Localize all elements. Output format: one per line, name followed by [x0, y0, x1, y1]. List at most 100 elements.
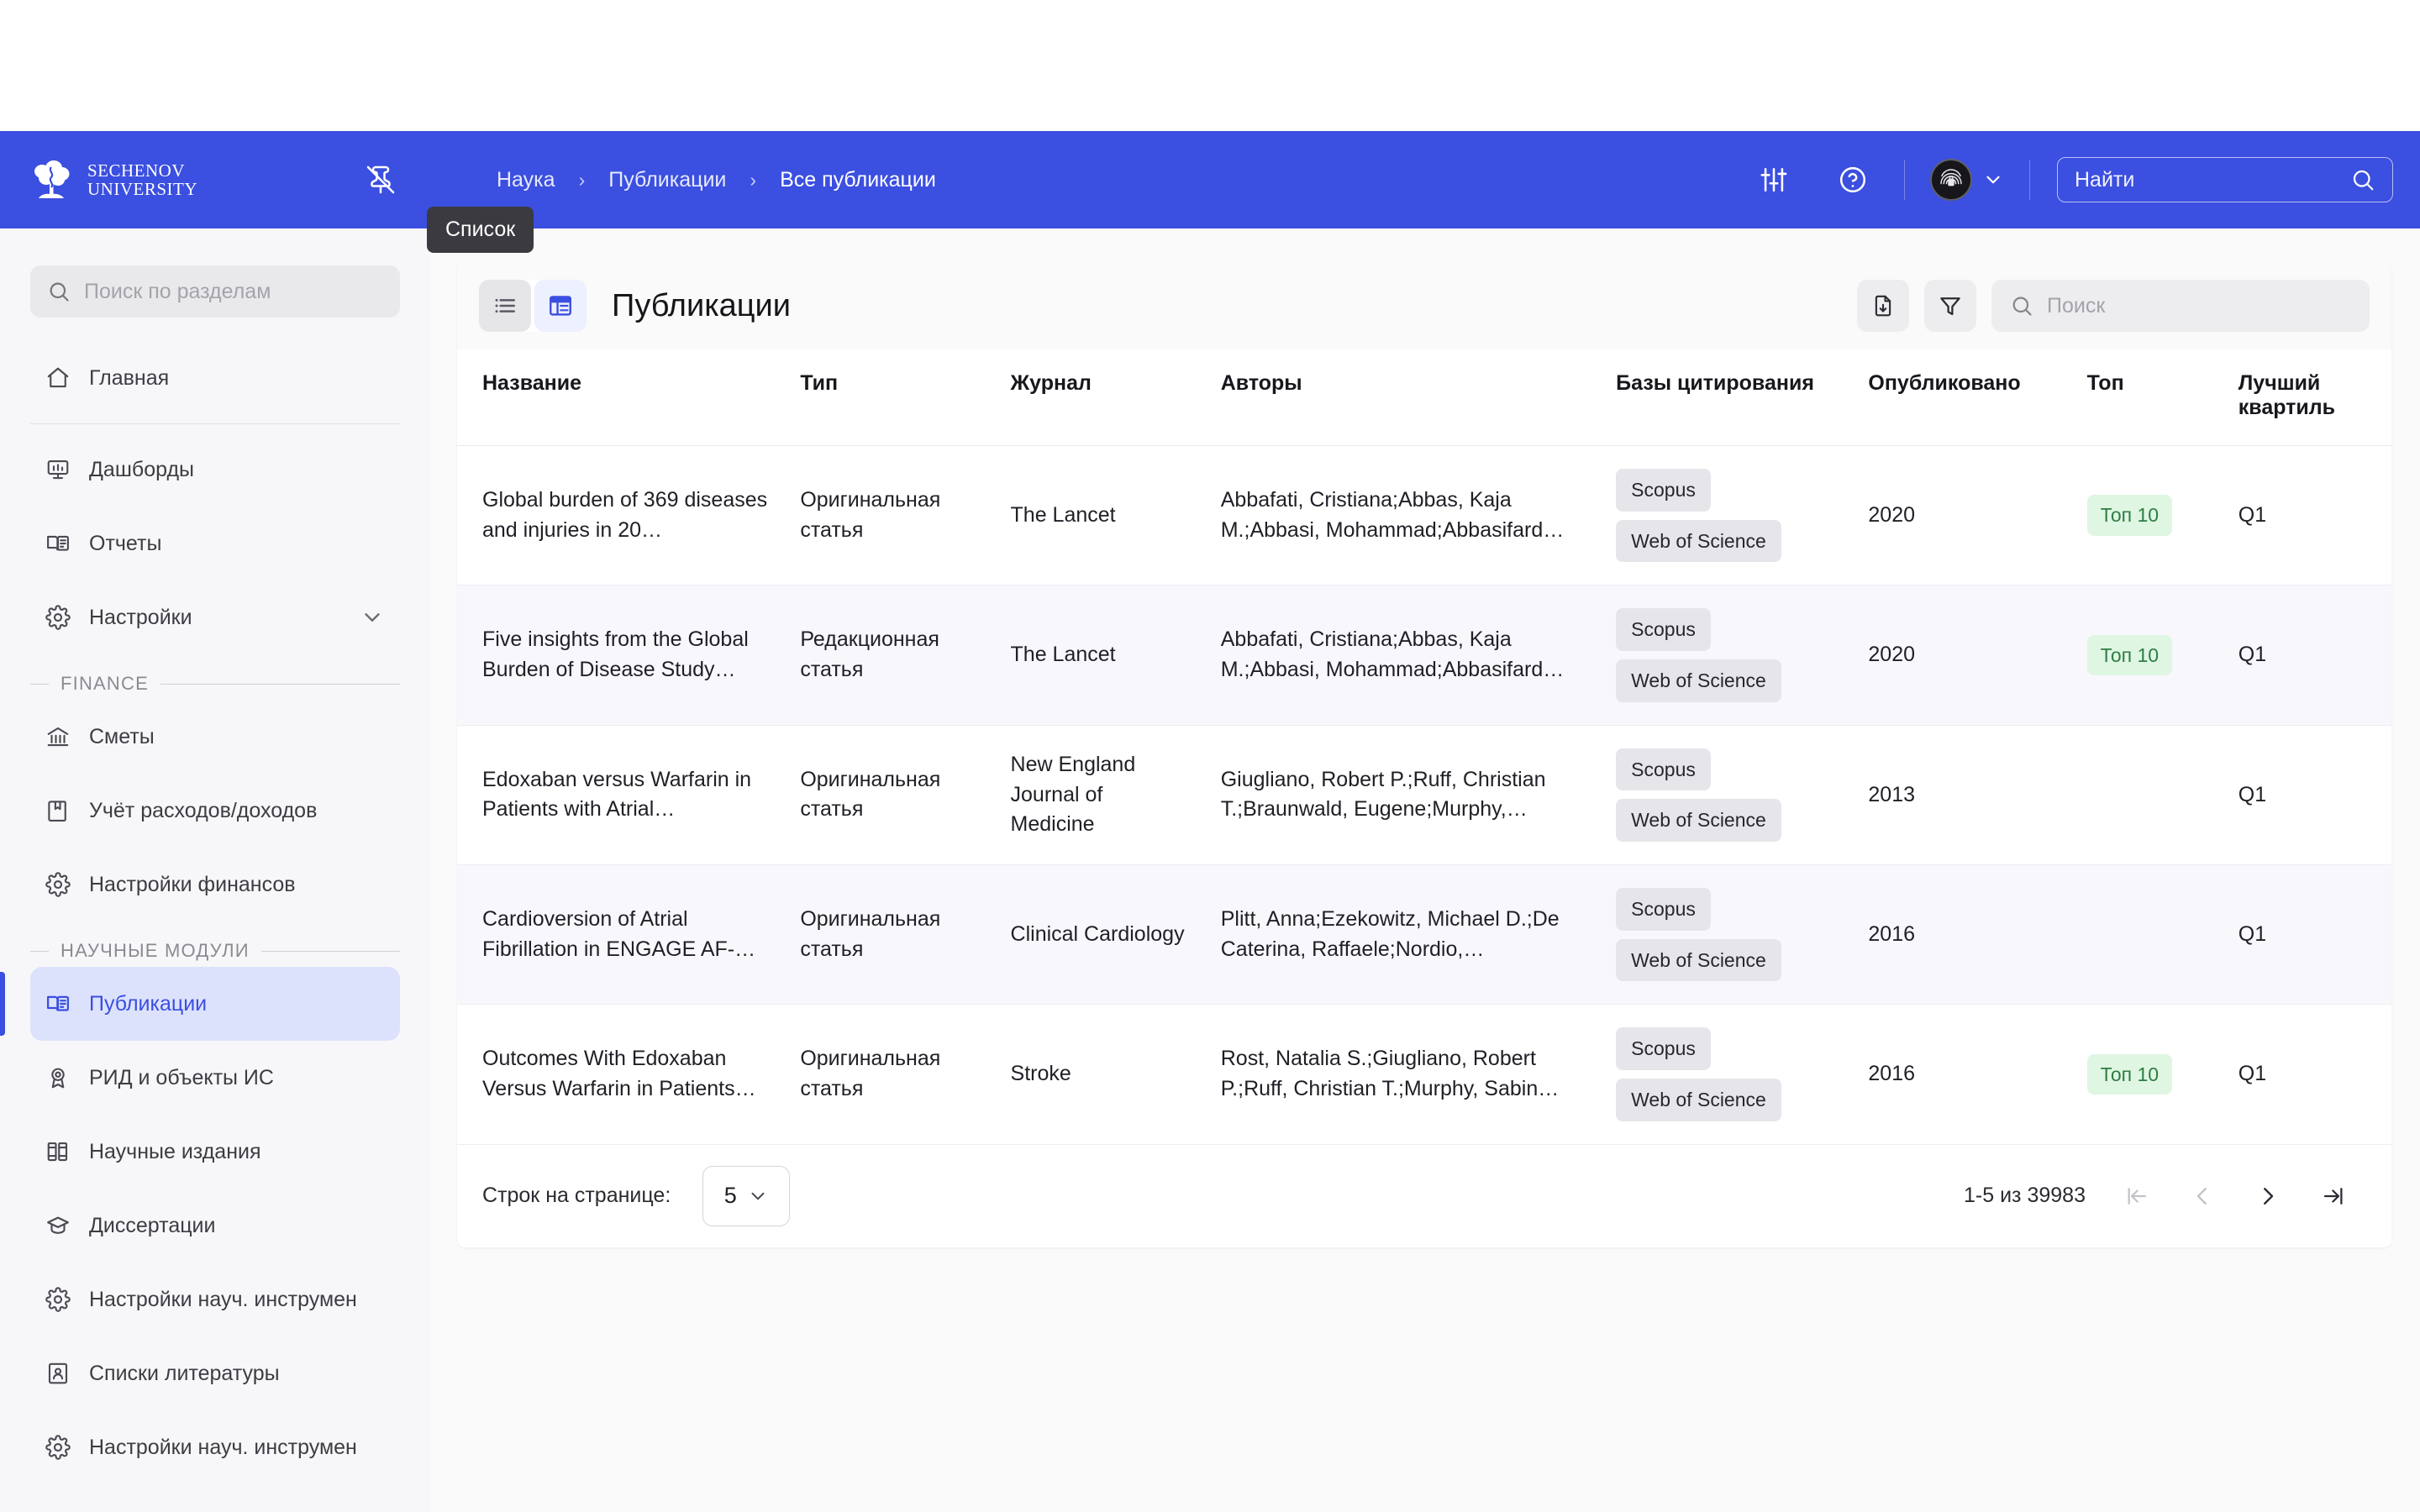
breadcrumb-item-0[interactable]: Наука — [493, 168, 559, 192]
books-icon — [45, 1139, 71, 1164]
gear-icon — [45, 1287, 71, 1312]
ledger-icon — [45, 798, 71, 823]
sidebar-item-science-tools-settings-2[interactable]: Настройки науч. инструмен — [30, 1410, 400, 1484]
user-menu[interactable] — [1930, 159, 2004, 201]
list-view-tooltip: Список — [427, 207, 534, 253]
cell-authors: Abbafati, Cristiana;Abbas, Kaja M.;Abbas… — [1205, 585, 1602, 726]
search-icon[interactable] — [2350, 167, 2375, 192]
book-open-icon — [45, 991, 71, 1016]
column-header-type[interactable]: Тип — [785, 349, 996, 446]
sidebar-item-label: Сметы — [89, 724, 155, 748]
cell-quartile: Q1 — [2223, 445, 2391, 586]
breadcrumb-item-1[interactable]: Публикации — [605, 168, 729, 192]
table-search-input[interactable]: Поиск — [1991, 280, 2370, 332]
brand-logo-block[interactable]: SECHENOV UNIVERSITY — [29, 157, 197, 202]
cell-type: Оригинальная статья — [785, 725, 996, 865]
pagination: 1-5 из 39983 — [1964, 1170, 2366, 1222]
first-page-button[interactable] — [2111, 1170, 2163, 1222]
sidebar-item-label: Научные издания — [89, 1139, 261, 1163]
column-header-name[interactable]: Название — [457, 349, 786, 446]
column-header-published[interactable]: Опубликовано — [1853, 349, 2072, 446]
citation-base-chip: Scopus — [1616, 1027, 1711, 1070]
rows-per-page-select[interactable]: 5 — [702, 1165, 791, 1226]
chevron-down-icon — [1982, 169, 2004, 191]
sidebar-group-finance: FINANCE — [30, 673, 400, 695]
last-page-button[interactable] — [2307, 1170, 2360, 1222]
citation-base-chip: Web of Science — [1616, 659, 1781, 702]
column-header-bases[interactable]: Базы цитирования — [1601, 349, 1854, 446]
cell-journal: The Lancet — [995, 585, 1206, 726]
card-toolbar-actions: Поиск — [1857, 280, 2370, 332]
file-download-icon — [1870, 293, 1896, 318]
next-page-button[interactable] — [2242, 1170, 2294, 1222]
top-header-bar: SECHENOV UNIVERSITY Наука › Публикации ›… — [0, 131, 2420, 228]
sidebar-item-expenses-income[interactable]: Учёт расходов/доходов — [30, 774, 400, 848]
cell-quartile: Q1 — [2223, 585, 2391, 726]
funnel-icon — [1938, 293, 1963, 318]
sidebar-item-label: Списки литературы — [89, 1361, 280, 1385]
sidebar-item-dissertations[interactable]: Диссертации — [30, 1189, 400, 1263]
previous-page-button[interactable] — [2176, 1170, 2228, 1222]
sidebar-item-label: Дашборды — [89, 457, 194, 481]
contact-icon — [45, 1361, 71, 1386]
brand-line-2: UNIVERSITY — [87, 179, 197, 199]
cell-type: Оригинальная статья — [785, 1004, 996, 1145]
citation-base-chip: Web of Science — [1616, 1078, 1781, 1121]
table-view-button[interactable] — [534, 280, 587, 332]
table-header-row: Название Тип Журнал Авторы Базы цитирова… — [457, 349, 2391, 446]
sidebar-item-label: Диссертации — [89, 1213, 216, 1237]
cell-top: Топ 10 — [2071, 1004, 2223, 1145]
chevron-left-icon — [2190, 1184, 2215, 1209]
table-row[interactable]: Outcomes With Edoxaban Versus Warfarin i… — [457, 1004, 2391, 1145]
sidebar-item-settings[interactable]: Настройки — [30, 580, 400, 654]
column-header-journal[interactable]: Журнал — [995, 349, 1206, 446]
global-search-input[interactable]: Найти — [2057, 157, 2393, 202]
global-search-placeholder: Найти — [2075, 167, 2135, 192]
cell-bases: Scopus Web of Science — [1601, 725, 1854, 865]
list-view-button[interactable] — [479, 280, 531, 332]
dashboard-icon — [45, 457, 71, 482]
cell-journal: The Lancet — [995, 445, 1206, 586]
sidebar-item-label: Настройки — [89, 605, 192, 629]
sidebar-search-input[interactable]: Поиск по разделам — [30, 265, 400, 318]
header-actions: Найти — [1734, 155, 2393, 204]
filter-button[interactable] — [1924, 280, 1976, 332]
table-row[interactable]: Edoxaban versus Warfarin in Patients wit… — [457, 725, 2391, 865]
sidebar-item-dashboards[interactable]: Дашборды — [30, 433, 400, 507]
sidebar-item-scientific-editions[interactable]: Научные издания — [30, 1115, 400, 1189]
brand-wordmark: SECHENOV UNIVERSITY — [87, 160, 197, 199]
chevron-down-icon[interactable] — [360, 605, 385, 630]
sidebar-item-publications[interactable]: Публикации — [0, 967, 400, 1041]
sidebar-item-science-tools-settings[interactable]: Настройки науч. инструмен — [30, 1263, 400, 1336]
sidebar-item-estimates[interactable]: Сметы — [30, 700, 400, 774]
page-title: Публикации — [612, 287, 792, 323]
sidebar-item-reports[interactable]: Отчеты — [30, 507, 400, 580]
cell-name: Five insights from the Global Burden of … — [457, 585, 786, 726]
citation-base-chip: Scopus — [1616, 469, 1711, 512]
cell-name: Global burden of 369 diseases and injuri… — [457, 445, 786, 586]
pin-off-icon[interactable] — [362, 161, 399, 198]
breadcrumb-separator-icon: › — [578, 168, 586, 191]
column-header-top[interactable]: Топ — [2071, 349, 2223, 446]
column-header-authors[interactable]: Авторы — [1205, 349, 1602, 446]
sidebar-item-home[interactable]: Главная — [30, 341, 400, 415]
breadcrumb-item-2[interactable]: Все публикации — [776, 168, 939, 192]
table-row[interactable]: Five insights from the Global Burden of … — [457, 585, 2391, 726]
sidebar-item-rid-ip[interactable]: РИД и объекты ИС — [30, 1041, 400, 1115]
cell-authors: Rost, Natalia S.;Giugliano, Robert P.;Ru… — [1205, 1004, 1602, 1145]
sidebar-item-finance-settings[interactable]: Настройки финансов — [30, 848, 400, 921]
view-mode-toggle — [479, 280, 587, 332]
column-header-quartile[interactable]: Лучший квартиль — [2223, 349, 2391, 446]
graduation-cap-icon — [45, 1213, 71, 1238]
cell-bases: Scopus Web of Science — [1601, 445, 1854, 586]
table-row[interactable]: Cardioversion of Atrial Fibrillation in … — [457, 864, 2391, 1005]
sidebar-item-bibliography-lists[interactable]: Списки литературы — [30, 1336, 400, 1410]
export-button[interactable] — [1857, 280, 1909, 332]
sliders-icon[interactable] — [1749, 155, 1798, 204]
citation-base-chip: Scopus — [1616, 748, 1711, 791]
cell-journal: New England Journal of Medicine — [995, 725, 1206, 865]
citation-base-chip: Web of Science — [1616, 519, 1781, 563]
help-circle-icon[interactable] — [1828, 155, 1877, 204]
table-row[interactable]: Global burden of 369 diseases and injuri… — [457, 445, 2391, 586]
sidebar-group-label: FINANCE — [60, 673, 149, 694]
